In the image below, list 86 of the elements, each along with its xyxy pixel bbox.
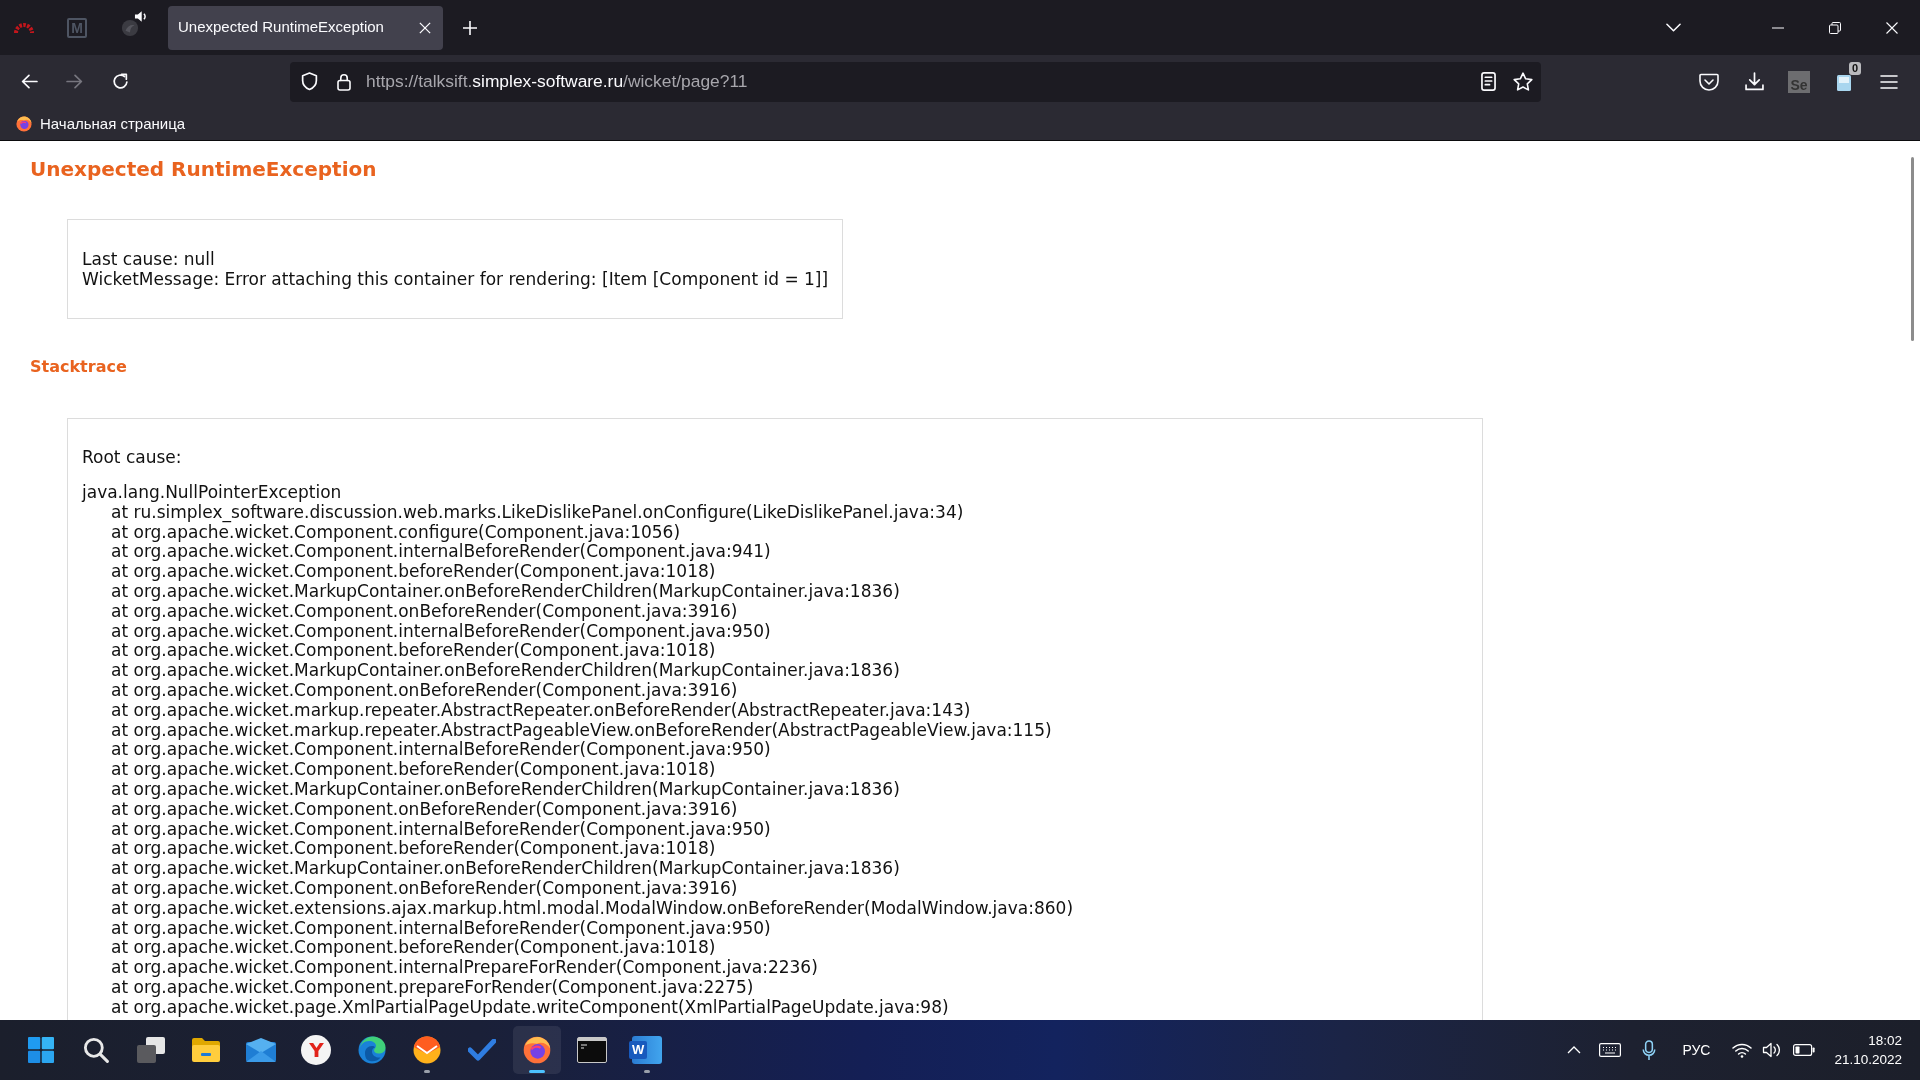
pouch-icon [1699, 72, 1719, 91]
flame-globe-icon [522, 1036, 551, 1064]
checkmark-icon [467, 1039, 496, 1061]
stack-frame: at org.apache.wicket.Component.internalBeforeRender(Component.java:941) [82, 542, 1468, 563]
close-icon[interactable] [419, 21, 431, 34]
star-icon[interactable] [1513, 72, 1533, 91]
letter-logo: Y [301, 1035, 332, 1065]
stack-frame: at org.apache.wicket.markup.repeater.AbstractRepeater.onBeforeRender(AbstractRepeater.java:143) [82, 700, 1468, 721]
stack-frame: at org.apache.wicket.Component.prepareForRender(Component.java:2275) [82, 977, 1468, 998]
flame-globe-icon [16, 116, 32, 132]
clipboard-icon [1837, 72, 1851, 91]
restore-icon [1828, 21, 1841, 34]
url-text: /wicket/page?11 [623, 71, 748, 92]
url-text: simplex-software.ru [472, 71, 624, 92]
exception-name: java.lang.NullPointerException [82, 483, 343, 503]
stack-frame: at org.apache.wicket.markup.repeater.AbstractPageableView.onBeforeRender(AbstractPageableView.java:115) [82, 720, 1468, 741]
page-title: Unexpected RuntimeException [30, 156, 378, 183]
stack-frame: at org.apache.wicket.Component.internalBeforeRender(Component.java:950) [82, 918, 1468, 939]
section-heading: Stacktrace [30, 356, 128, 378]
stack-frame: at org.apache.wicket.page.XmlPartialPageUpdate.writeComponent(XmlPartialPageUpdate.java:98) [82, 997, 1468, 1018]
stack-frame: at org.apache.wicket.Component.beforeRender(Component.java:1018) [82, 938, 1468, 959]
envelope-circle-icon [412, 1036, 441, 1064]
toolbar-button[interactable]: 0 [1827, 63, 1861, 100]
shield-icon[interactable] [301, 72, 318, 91]
terminal-icon [576, 1037, 607, 1063]
bookmark-item[interactable]: Начальная страница [0, 112, 186, 136]
close-icon [1885, 21, 1898, 34]
stack-frame: at org.apache.wicket.Component.onBeforeRender(Component.java:3916) [82, 601, 1468, 622]
search-icon [83, 1037, 110, 1063]
plus-icon [462, 19, 478, 36]
arc-icon [14, 22, 34, 33]
count-badge: 0 [1848, 61, 1861, 75]
taskbar-button[interactable]: W [623, 1026, 672, 1074]
stack-frame: at org.apache.wicket.extensions.ajax.markup.html.modal.ModalWindow.onBeforeRender(ModalWindow.java:860) [82, 898, 1468, 919]
stack-frame: at org.apache.wicket.Component.internalBeforeRender(Component.java:950) [82, 819, 1468, 840]
stack-frame: at org.apache.wicket.MarkupContainer.onBeforeRenderChildren(MarkupContainer.java:1836) [82, 661, 1468, 681]
letter-logo: Se [1788, 70, 1810, 93]
envelope-icon [246, 1038, 277, 1062]
stack-frame: at org.apache.wicket.Component.beforeRender(Component.java:1018) [82, 839, 1468, 860]
language-indicator[interactable]: РУС [1669, 1030, 1724, 1070]
reader-view-icon[interactable] [1481, 72, 1496, 91]
root-cause-label: Root cause: [82, 447, 183, 467]
clock-time[interactable]: 18:02 [1868, 1031, 1902, 1050]
stack-frame: at org.apache.wicket.MarkupContainer.onBeforeRenderChildren(MarkupContainer.java:1836) [82, 582, 1468, 602]
stack-frame: at org.apache.wicket.Component.onBeforeRender(Component.java:3916) [82, 680, 1468, 701]
battery-icon [1793, 1044, 1816, 1056]
message-line: WicketMessage: Error attaching this container for rendering: [Item [Component id = 1]] [82, 269, 829, 289]
microphone-icon [1642, 1039, 1657, 1061]
stack-frame: at org.apache.wicket.Component.beforeRender(Component.java:1018) [82, 760, 1468, 780]
address-bar[interactable]: https://talksift.simplex-software.ru/wicket/page?11 [290, 61, 1541, 102]
swirl-icon [357, 1036, 386, 1064]
arrow-right-icon [66, 74, 83, 89]
taskbar-button[interactable]: Y [292, 1026, 341, 1074]
letter-logo: M [67, 17, 87, 38]
message-line: Last cause: null [82, 249, 216, 269]
browser-tab[interactable]: Unexpected RuntimeException [168, 5, 443, 50]
scrollbar-thumb[interactable] [1911, 157, 1914, 341]
document-logo: W [632, 1036, 663, 1064]
folder-icon [191, 1037, 222, 1063]
menu-icon [1880, 74, 1898, 89]
wifi-icon [1732, 1042, 1753, 1058]
download-icon [1744, 72, 1764, 91]
chevron-up-icon [1567, 1046, 1582, 1054]
stack-frame: at org.apache.wicket.MarkupContainer.onBeforeRenderChildren(MarkupContainer.java:1836) [82, 779, 1468, 800]
stack-frame: at org.apache.wicket.Component.onBeforeRender(Component.java:3916) [82, 878, 1468, 899]
stack-frame: at org.apache.wicket.Component.internalPrepareForRender(Component.java:2236) [82, 958, 1468, 978]
stack-frame: at org.apache.wicket.Component.beforeRender(Component.java:1018) [82, 641, 1468, 662]
stack-frame: at org.apache.wicket.MarkupContainer.onBeforeRenderChildren(MarkupContainer.java:1836) [82, 859, 1468, 879]
reload-icon [111, 73, 129, 90]
chevron-down-icon [1665, 23, 1681, 32]
taskbar-button[interactable] [512, 1026, 561, 1074]
keyboard-icon [1599, 1043, 1622, 1057]
clock-date[interactable]: 21.10.2022 [1834, 1050, 1902, 1069]
stack-frame: at org.apache.wicket.Component.onBeforeRender(Component.java:3916) [82, 799, 1468, 820]
stack-frame: at org.apache.wicket.Component.configure(Component.java:1056) [82, 522, 1468, 543]
tiles-icon [28, 1037, 54, 1063]
minimize-icon [1771, 26, 1784, 29]
stack-frame: at org.apache.wicket.Component.internalBeforeRender(Component.java:950) [82, 621, 1468, 642]
url-text: https://talksift. [366, 71, 473, 92]
stack-frame: at org.apache.wicket.Component.internalBeforeRender(Component.java:950) [82, 740, 1468, 761]
stack-frame: at ru.simplex_software.discussion.web.marks.LikeDislikePanel.onConfigure(LikeDislikePanel.java:34) [82, 502, 1468, 523]
arrow-left-icon [20, 74, 38, 89]
overlapping-squares-icon [137, 1037, 166, 1063]
circle-icon [121, 18, 139, 37]
lock-icon[interactable] [337, 72, 351, 91]
stack-frame: at org.apache.wicket.Component.beforeRender(Component.java:1018) [82, 562, 1468, 582]
